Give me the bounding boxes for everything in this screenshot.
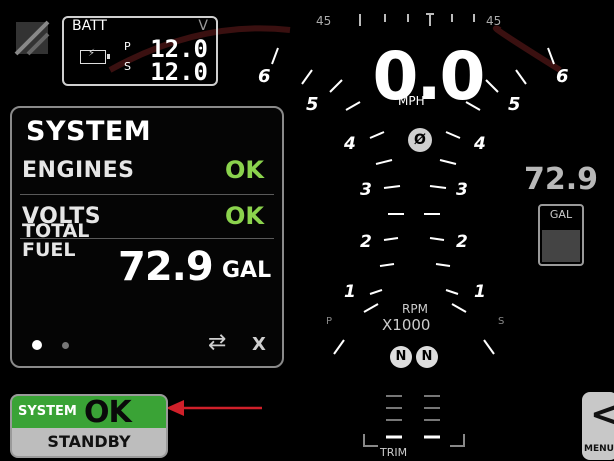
divider xyxy=(20,194,274,195)
battery-icon: ⚡ xyxy=(80,48,110,64)
top-scale-left: 45 xyxy=(316,14,332,28)
port-gear-icon: N xyxy=(390,346,412,368)
swap-icon[interactable]: ⇄ xyxy=(208,330,226,355)
signal-off-icon xyxy=(14,20,50,56)
trim-indicator xyxy=(363,395,465,447)
status-ok-label: OK xyxy=(84,395,132,430)
scale-left-5: 5 xyxy=(306,94,319,115)
port-label: P xyxy=(326,316,333,327)
status-ok-bar: SYSTEM OK xyxy=(12,395,166,430)
total-fuel-value: 72.9 xyxy=(118,244,214,290)
engines-label: ENGINES xyxy=(22,158,135,183)
battery-port-label: P xyxy=(124,40,131,53)
annotation-arrow xyxy=(166,400,262,416)
status-system-label: SYSTEM xyxy=(18,404,77,419)
stbd-gear-icon: N xyxy=(416,346,438,368)
total-fuel-label-line2: FUEL xyxy=(22,239,76,261)
volts-status: OK xyxy=(225,202,264,230)
battery-stbd-value: 12.0 xyxy=(150,58,208,86)
page-dot[interactable] xyxy=(62,342,69,349)
fuel-tank-icon: GAL xyxy=(538,204,584,266)
engines-status: OK xyxy=(225,156,264,184)
rpm-multiplier: X1000 xyxy=(382,316,431,334)
scale-left-6: 6 xyxy=(258,66,271,87)
trim-label: TRIM xyxy=(380,446,408,459)
battery-unit: V xyxy=(198,18,208,34)
speed-unit: MPH xyxy=(398,94,425,108)
rpm-label: RPM xyxy=(402,302,428,316)
top-scale-ticks xyxy=(359,13,475,26)
total-fuel-label: TOTAL FUEL xyxy=(22,222,89,260)
scale-left-3: 3 xyxy=(360,180,372,200)
scale-left-1: 1 xyxy=(344,282,356,302)
scale-right-2: 2 xyxy=(456,232,468,252)
speed-value: 0.0 xyxy=(372,38,486,115)
top-scale-right: 45 xyxy=(486,14,502,28)
system-panel[interactable]: SYSTEM ENGINES OK VOLTS OK TOTAL FUEL 72… xyxy=(10,106,284,368)
page-dot-active[interactable] xyxy=(32,340,42,350)
scale-right-3: 3 xyxy=(456,180,468,200)
battery-box: BATT V ⚡ P S 12.0 12.0 xyxy=(62,16,218,86)
fuel-unit: GAL xyxy=(549,208,573,221)
stbd-label: S xyxy=(498,316,505,327)
scale-left-2: 2 xyxy=(360,232,372,252)
menu-label: MENU xyxy=(584,444,614,454)
scale-right-5: 5 xyxy=(508,94,521,115)
panel-title: SYSTEM xyxy=(26,116,152,147)
scale-right-1: 1 xyxy=(474,282,486,302)
total-fuel-unit: GAL xyxy=(222,258,272,283)
menu-button[interactable]: < MENU xyxy=(582,392,614,460)
close-button[interactable]: X xyxy=(252,334,266,355)
standby-label: STANDBY xyxy=(47,432,131,451)
battery-stbd-label: S xyxy=(124,60,131,73)
fuel-level-fill xyxy=(542,230,580,262)
scale-left-4: 4 xyxy=(344,134,356,154)
battery-title: BATT xyxy=(72,18,107,34)
scale-right-6: 6 xyxy=(556,66,569,87)
system-status-button[interactable]: SYSTEM OK STANDBY xyxy=(10,394,168,458)
mercury-logo-icon: Ø xyxy=(408,128,432,152)
fuel-value: 72.9 xyxy=(524,162,599,197)
chevron-left-icon: < xyxy=(590,394,614,435)
scale-right-4: 4 xyxy=(474,134,486,154)
